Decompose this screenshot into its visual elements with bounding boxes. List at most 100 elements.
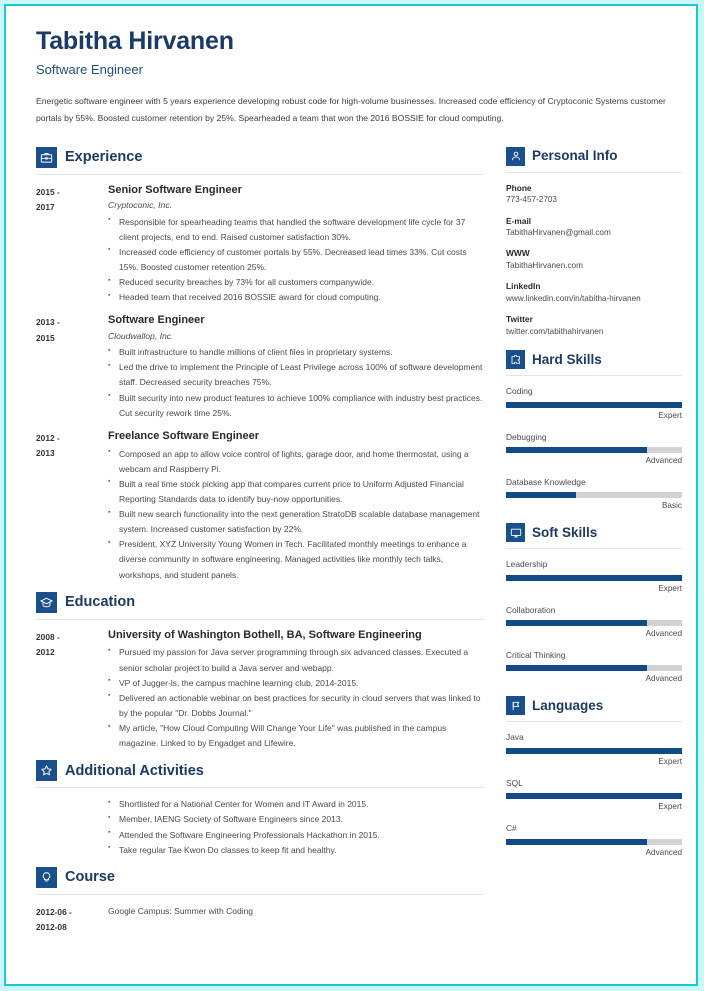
bullet-item: Built infrastructure to handle millions … [108,345,484,360]
skill-level: Advanced [645,629,682,639]
personal-info-item: E-mail TabithaHirvanen@gmail.com [506,215,682,240]
person-icon [506,146,525,166]
skill-item: Database Knowledge Basic [506,476,682,513]
section-divider [36,893,484,895]
bullet-item: Pursued my passion for Java server progr… [108,645,484,675]
skill-item: Leadership Expert [506,558,682,595]
puzzle-icon [506,350,525,370]
skill-level: Advanced [645,674,682,684]
entry-dates-empty [36,797,108,858]
entry-bullets: Shortlisted for a National Center for Wo… [108,797,484,858]
skill-name: Debugging [506,431,547,442]
entry-date-end: 2015 [36,332,55,343]
language-level: Expert [658,802,682,812]
star-icon [36,760,57,782]
language-item: SQL Expert [506,777,682,814]
bullet-item: Reduced security breaches by 73% for all… [108,275,484,290]
section-header-experience: Experience [36,146,484,168]
skill-item: Collaboration Advanced [506,604,682,641]
bullet-item: Responsible for spearheading teams that … [108,214,484,245]
skill-bar-fill [506,401,682,408]
entry-date-start: 2012 - [36,432,60,443]
language-bar-track [506,747,682,754]
course-entry: 2012-06 - 2012-08 Google Campus: Summer … [36,904,484,936]
section-title-soft-skills: Soft Skills [532,525,598,540]
section-header-hard-skills: Hard Skills [506,350,682,370]
bullet-item: Shortlisted for a National Center for Wo… [108,797,484,812]
section-title-languages: Languages [532,698,604,714]
resume-document: Tabitha Hirvanen Software Engineer Energ… [6,6,696,984]
lightbulb-icon [36,866,57,888]
info-label: WWW [506,248,530,259]
section-header-languages: Languages [506,696,682,716]
entry-bullets: Responsible for spearheading teams that … [108,214,484,306]
entry-dates: 2008 - 2012 [36,629,108,752]
section-title-experience: Experience [65,148,143,165]
language-item: Java Expert [506,731,682,768]
personal-info-item: LinkedIn www.linkedin.com/in/tabitha-hir… [506,280,682,305]
language-level: Advanced [645,847,682,857]
entry-date-end: 2012 [36,647,55,658]
sidebar-column: Personal Info Phone 773-457-2703 E-mail … [506,141,682,868]
entry-company: Cloudwallop, Inc. [108,331,174,342]
info-label: Twitter [506,314,533,325]
info-value-phone[interactable]: 773-457-2703 [506,194,682,206]
entry-body: Google Campus: Summer with Coding [108,904,484,936]
language-bar-track [506,793,682,800]
entry-date-start: 2013 - [36,317,60,328]
entry-date-end: 2017 [36,202,55,213]
entry-company: Cryptoconic, Inc. [108,200,172,211]
entry-bullets: Pursued my passion for Java server progr… [108,645,484,751]
language-bar-fill [506,747,682,754]
info-label: Phone [506,182,532,193]
skill-name: Collaboration [506,604,556,615]
candidate-name: Tabitha Hirvanen [36,27,234,55]
skill-bar-track [506,401,682,408]
skill-bar-fill [506,620,647,627]
section-divider [506,721,682,723]
entry-date-start: 2012-06 - [36,906,72,917]
bullet-item: Built security into new product features… [108,390,484,421]
bullet-item: Attended the Software Engineering Profes… [108,827,484,843]
skill-level: Expert [658,583,682,593]
skill-bar-fill [506,665,647,672]
bullet-item: Led the drive to implement the Principle… [108,360,484,390]
skill-item: Coding Expert [506,385,682,422]
language-name: C# [506,823,517,834]
entry-degree-title: University of Washington Bothell, BA, So… [108,628,422,641]
entry-job-title: Software Engineer [108,314,205,327]
entry-bullets: Composed an app to allow voice control o… [108,446,484,583]
skill-bar-fill [506,492,577,499]
info-value-website[interactable]: TabithaHirvanen.com [506,260,682,272]
additional-activities-entry: Shortlisted for a National Center for Wo… [36,797,484,858]
skill-level: Basic [661,501,682,511]
info-label: E-mail [506,215,532,226]
experience-entry: 2013 - 2015 Software Engineer Cloudwallo… [36,314,484,421]
info-value-email[interactable]: TabithaHirvanen@gmail.com [506,227,682,239]
skill-item: Debugging Advanced [506,431,682,468]
language-bar-track [506,838,682,845]
entry-body: Software Engineer Cloudwallop, Inc. Buil… [108,314,484,421]
main-column: Experience 2015 - 2017 Senior Software E… [36,141,484,945]
entry-job-title: Senior Software Engineer [108,183,242,196]
personal-info-item: WWW TabithaHirvanen.com [506,247,682,272]
language-bar-fill [506,793,682,800]
experience-entry: 2015 - 2017 Senior Software Engineer Cry… [36,184,484,306]
entry-date-end: 2012-08 [36,922,67,933]
info-value-linkedin[interactable]: www.linkedin.com/in/tabitha-hirvanen [506,293,682,305]
bullet-item: My article, "How Cloud Computing Will Ch… [108,721,484,751]
skill-bar-track [506,446,682,453]
education-entry: 2008 - 2012 University of Washington Bot… [36,629,484,752]
section-header-personal-info: Personal Info [506,146,682,166]
language-level: Expert [658,756,682,766]
entry-body: University of Washington Bothell, BA, So… [108,629,484,752]
entry-date-end: 2013 [36,448,55,459]
language-name: SQL [506,777,523,788]
skill-bar-track [506,574,682,581]
bullet-item: President, XYZ University Young Women in… [108,537,484,582]
language-bar-fill [506,838,647,845]
section-title-personal-info: Personal Info [532,148,618,164]
info-value-twitter[interactable]: twitter.com/tabithahirvanen [506,326,682,338]
skill-item: Critical Thinking Advanced [506,649,682,686]
skill-bar-track [506,665,682,672]
